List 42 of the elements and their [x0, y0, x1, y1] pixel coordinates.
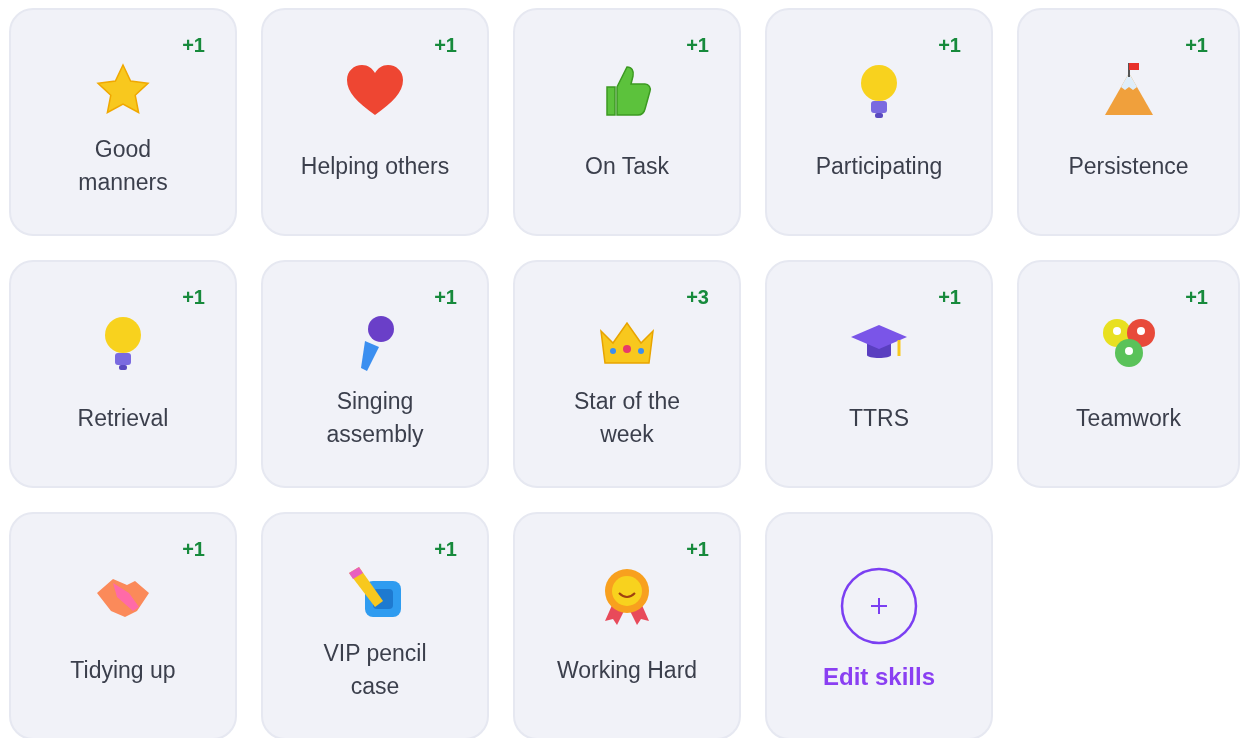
skill-label: Good manners — [78, 135, 168, 197]
edit-skills-label: Edit skills — [822, 662, 935, 692]
skill-card[interactable]: +1 Retrieval — [9, 260, 237, 488]
points-label: +1 — [1185, 285, 1208, 310]
points-label: +1 — [434, 285, 457, 310]
points-label: +1 — [182, 537, 205, 562]
points-label: +1 — [686, 537, 709, 562]
skill-card[interactable]: +1 Good manners — [9, 8, 237, 236]
skill-card[interactable]: +3 Star of the week — [513, 260, 741, 488]
skill-card[interactable]: +1 VIP pencil case — [261, 512, 489, 738]
skill-label: Singing assembly — [326, 387, 424, 449]
points-label: +1 — [686, 33, 709, 58]
skill-card[interactable]: +1 Persistence — [1017, 8, 1240, 236]
points-label: +1 — [434, 33, 457, 58]
skill-label: On Task — [585, 151, 669, 181]
points-label: +1 — [938, 285, 961, 310]
skill-label: Helping others — [300, 151, 450, 181]
skill-label: VIP pencil case — [323, 639, 427, 701]
skill-card[interactable]: +1 On Task — [513, 8, 741, 236]
skill-card[interactable]: +1 TTRS — [765, 260, 993, 488]
skill-label: Participating — [815, 151, 943, 181]
skill-card[interactable]: +1 Working Hard — [513, 512, 741, 738]
points-label: +1 — [182, 33, 205, 58]
points-label: +3 — [686, 285, 709, 310]
skill-card[interactable]: +1 Teamwork — [1017, 260, 1240, 488]
points-label: +1 — [938, 33, 961, 58]
skill-label: Star of the week — [573, 387, 681, 449]
skill-label: Teamwork — [1076, 403, 1181, 433]
skill-label: Tidying up — [70, 655, 176, 685]
skill-label: Persistence — [1068, 151, 1189, 181]
points-label: +1 — [182, 285, 205, 310]
points-label: +1 — [1185, 33, 1208, 58]
skill-label: Working Hard — [556, 655, 698, 685]
points-label: +1 — [434, 537, 457, 562]
skill-card[interactable]: +1 Tidying up — [9, 512, 237, 738]
add-icon — [840, 567, 918, 645]
skill-card[interactable]: +1 Helping others — [261, 8, 489, 236]
edit-skills-card[interactable]: Edit skills — [765, 512, 993, 738]
skill-card[interactable]: +1 Participating — [765, 8, 993, 236]
skill-label: Retrieval — [77, 403, 169, 433]
skill-card[interactable]: +1 Singing assembly — [261, 260, 489, 488]
skill-label: TTRS — [848, 403, 910, 433]
